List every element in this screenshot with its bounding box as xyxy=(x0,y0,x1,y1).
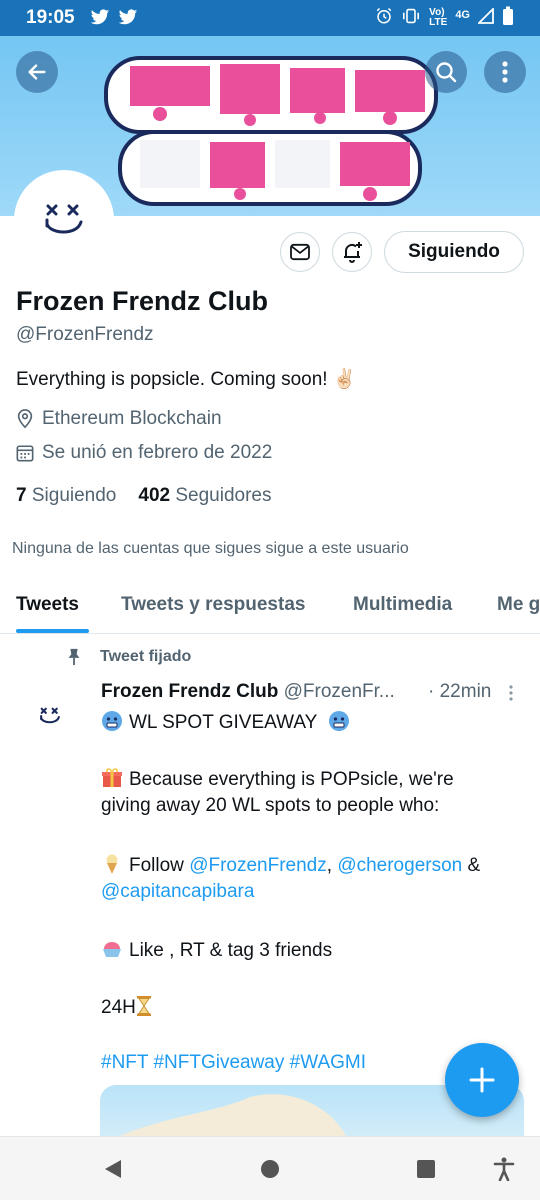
tweet-time: · 22min xyxy=(428,681,492,702)
calendar-icon xyxy=(16,445,34,462)
signal-icon xyxy=(476,6,494,27)
pinned-label: Tweet fijado xyxy=(66,648,191,666)
compose-tweet-button[interactable] xyxy=(445,1043,519,1117)
tweet-line-1: WL SPOT GIVEAWAY xyxy=(101,710,356,738)
mention-frozenfrendz[interactable]: @FrozenFrendz xyxy=(189,855,327,876)
mention-cherogerson[interactable]: @cherogerson xyxy=(337,855,462,876)
message-button[interactable] xyxy=(280,232,320,272)
active-tab-indicator xyxy=(16,629,89,633)
face-logo-icon xyxy=(40,707,60,724)
back-button[interactable] xyxy=(16,51,58,93)
profile-joined: Se unió en febrero de 2022 xyxy=(16,442,272,464)
location-pin-icon xyxy=(17,409,33,429)
nav-accessibility-button[interactable] xyxy=(493,1157,515,1186)
tweet-line-5: 24H xyxy=(101,995,158,1023)
shaved-ice-emoji-icon xyxy=(101,938,123,966)
tweet-header: Frozen Frendz Club @FrozenFr... xyxy=(101,681,395,703)
profile-stats: 7 Siguiendo 402 Seguidores xyxy=(16,485,272,507)
alarm-icon xyxy=(375,7,393,28)
battery-icon xyxy=(502,6,514,29)
followers-stat[interactable]: 402 Seguidores xyxy=(138,485,271,507)
profile-tabs: Tweets Tweets y respuestas Multimedia Me… xyxy=(0,578,540,634)
tweet-more-button[interactable] xyxy=(508,684,514,707)
hashtag-nft[interactable]: #NFT xyxy=(101,1052,148,1073)
more-options-button[interactable] xyxy=(484,51,526,93)
plus-icon xyxy=(469,1067,495,1093)
tweet-line-4: Like , RT & tag 3 friends xyxy=(101,938,332,966)
nav-back-button[interactable] xyxy=(103,1158,123,1185)
profile-name: Frozen Frendz Club xyxy=(16,286,268,316)
tab-media[interactable]: Multimedia xyxy=(353,594,452,616)
more-vertical-icon xyxy=(502,61,508,83)
twitter-notification-icon xyxy=(90,9,110,31)
tweet-line-3: Follow @FrozenFrendz, @cherogerson & xyxy=(101,853,480,881)
vibrate-icon xyxy=(401,8,421,27)
tweet-author-name[interactable]: Frozen Frendz Club xyxy=(101,681,278,702)
hashtag-nftgiveaway[interactable]: #NFTGiveaway xyxy=(153,1052,284,1073)
tweet-line-2: Because everything is POPsicle, we're xyxy=(101,767,454,795)
nav-home-button[interactable] xyxy=(260,1159,280,1184)
tweet-hashtags: #NFT #NFTGiveaway #WAGMI xyxy=(101,1052,366,1074)
tweet-author-handle: @FrozenFr... xyxy=(283,681,395,702)
hourglass-emoji-icon xyxy=(136,995,152,1023)
not-followed-note: Ninguna de las cuentas que sigues sigue … xyxy=(12,540,409,557)
cold-face-emoji-icon xyxy=(101,710,123,738)
status-time: 19:05 xyxy=(26,7,75,28)
network-type: 4G xyxy=(455,8,470,21)
tab-tweets[interactable]: Tweets xyxy=(16,594,79,616)
tab-tweets-replies[interactable]: Tweets y respuestas xyxy=(121,594,305,616)
nav-recents-button[interactable] xyxy=(416,1159,436,1184)
bell-plus-icon xyxy=(344,242,362,263)
search-icon xyxy=(436,62,457,83)
arrow-left-icon xyxy=(28,64,46,80)
hashtag-wagmi[interactable]: #WAGMI xyxy=(290,1052,366,1073)
joined-text: Se unió en febrero de 2022 xyxy=(42,442,273,463)
tweet-author-avatar[interactable] xyxy=(26,692,74,740)
status-bar: 19:05 Vo) LTE 4G xyxy=(0,0,540,36)
profile-bio: Everything is popsicle. Coming soon! ✌🏻 xyxy=(16,369,357,390)
circle-home-icon xyxy=(261,1160,279,1178)
tweet-line-2b: giving away 20 WL spots to people who: xyxy=(101,795,440,816)
profile-handle: @FrozenFrendz xyxy=(16,324,154,345)
tab-likes[interactable]: Me gusta xyxy=(497,594,540,616)
envelope-icon xyxy=(290,243,310,261)
notifications-button[interactable] xyxy=(332,232,372,272)
profile-location: Ethereum Blockchain xyxy=(16,408,222,430)
accessibility-icon xyxy=(493,1157,515,1182)
pin-icon xyxy=(68,648,80,666)
system-navigation-bar xyxy=(0,1136,540,1200)
face-logo-icon xyxy=(45,204,83,234)
tweet-line-3b: @capitancapibara xyxy=(101,881,254,903)
following-button[interactable]: Siguiendo xyxy=(384,231,524,273)
banner-logo-art xyxy=(104,56,438,206)
ice-cream-emoji-icon xyxy=(101,853,123,881)
triangle-back-icon xyxy=(105,1160,121,1178)
following-stat[interactable]: 7 Siguiendo xyxy=(16,485,116,507)
gift-emoji-icon xyxy=(101,767,123,795)
cold-face-emoji-icon xyxy=(328,710,350,738)
more-vertical-icon xyxy=(509,685,513,701)
profile-avatar[interactable] xyxy=(14,170,114,270)
twitter-notification-icon-2 xyxy=(118,9,138,31)
volte-indicator: Vo) LTE xyxy=(429,6,448,28)
search-button[interactable] xyxy=(425,51,467,93)
mention-capitancapibara[interactable]: @capitancapibara xyxy=(101,881,254,902)
location-text: Ethereum Blockchain xyxy=(42,408,222,429)
square-recents-icon xyxy=(417,1160,435,1178)
